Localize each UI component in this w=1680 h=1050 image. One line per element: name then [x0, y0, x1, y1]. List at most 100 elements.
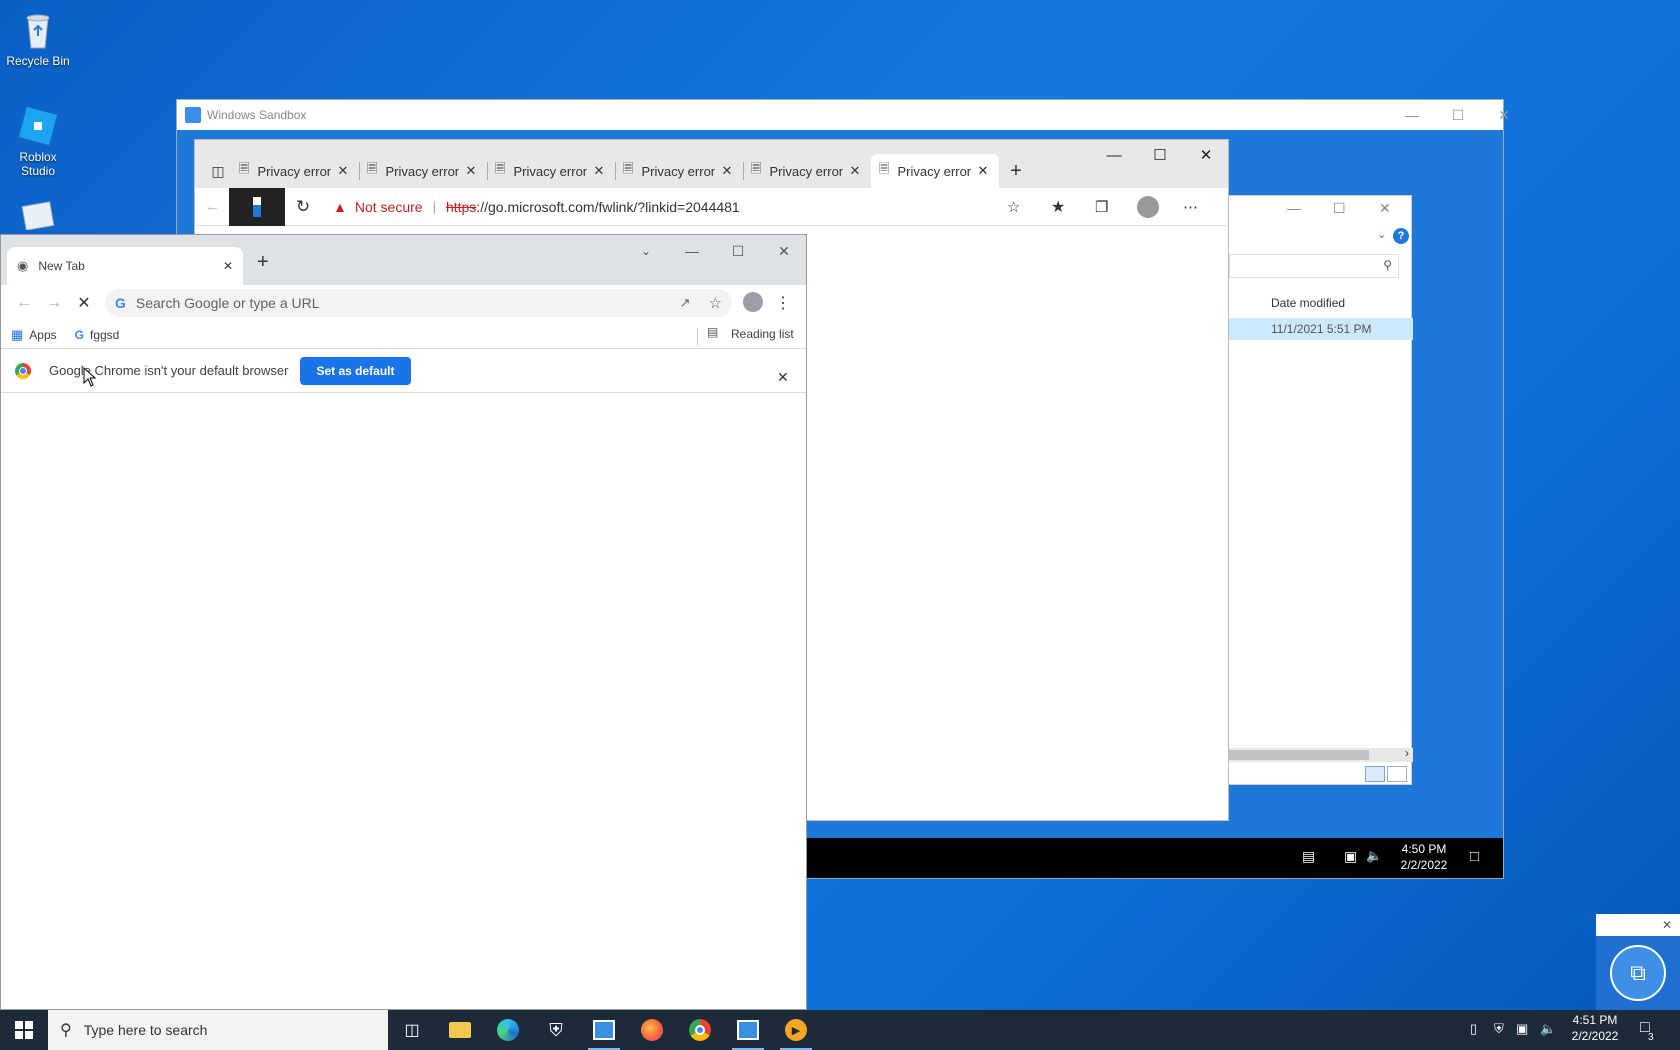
address-divider: | [432, 199, 436, 214]
tab-search-icon[interactable]: ⌄ [623, 235, 669, 267]
security-shield-icon[interactable]: ⛨ [532, 1010, 580, 1050]
start-button[interactable] [0, 1010, 48, 1050]
reading-list-icon: ▤ [707, 325, 719, 339]
taskbar: ⚲ Type here to search ◫ ⛨ ▶ ▯ ⛨ ▣ 🔈 4:51… [0, 1010, 1680, 1050]
help-icon[interactable]: ? [1393, 228, 1409, 244]
bookmark-apps[interactable]: Apps [29, 328, 56, 342]
action-center-icon[interactable]: □ [1470, 848, 1479, 865]
remote-connection-icon[interactable]: ⧉ [1610, 945, 1666, 1001]
security-tray-icon[interactable]: ⛨ [1494, 1021, 1504, 1037]
bookmarks-bar: ▦ Apps G fggsd ▤ Reading list [1, 321, 806, 349]
edge-tab-label: Privacy error [897, 163, 972, 179]
table-row[interactable]: 11/1/2021 5:51 PM [1229, 318, 1413, 340]
taskbar-clock[interactable]: 4:51 PM 2/2/2022 [1560, 1013, 1630, 1043]
collections-icon[interactable]: ❐ [1095, 198, 1108, 216]
edge-tab[interactable]: 🗏 Privacy error ✕ [487, 154, 616, 188]
close-tab-icon[interactable]: ✕ [223, 259, 233, 273]
close-button[interactable]: ✕ [1379, 200, 1399, 217]
menu-icon[interactable]: ⋮ [768, 293, 798, 313]
chrome-omnibox[interactable]: G Search Google or type a URL ↗ ☆ [105, 289, 732, 317]
minimize-button[interactable]: — [1389, 100, 1435, 130]
maximize-button[interactable]: ☐ [1137, 140, 1183, 170]
large-icons-view-icon[interactable] [1387, 766, 1407, 782]
close-tab-icon[interactable]: ✕ [847, 163, 863, 179]
scrollbar-thumb[interactable] [1229, 750, 1369, 760]
close-button[interactable]: ✕ [1481, 100, 1527, 130]
usb-icon[interactable]: ▯ [1470, 1021, 1477, 1037]
close-infobar-icon[interactable]: ✕ [777, 369, 789, 386]
network-icon[interactable]: ▣ [1344, 848, 1357, 865]
remote-desktop-widget[interactable]: ✕ ⧉ [1596, 914, 1680, 1010]
loading-icon: ◉ [17, 258, 29, 273]
edge-tab[interactable]: 🗏 Privacy error ✕ [231, 154, 360, 188]
edge-tab[interactable]: 🗏 Privacy error ✕ [359, 154, 488, 188]
favorites-icon[interactable]: ★ [1051, 197, 1065, 217]
windows-sandbox-icon[interactable] [724, 1010, 772, 1050]
edge-url[interactable]: https://go.microsoft.com/fwlink/?linkid=… [446, 199, 740, 215]
close-button[interactable]: ✕ [1183, 140, 1229, 170]
details-view-icon[interactable] [1365, 766, 1385, 782]
column-header-date[interactable]: Date modified [1271, 296, 1345, 310]
close-tab-icon[interactable]: ✕ [335, 163, 351, 179]
more-icon[interactable]: ⋯ [1183, 198, 1198, 216]
set-as-default-button[interactable]: Set as default [300, 356, 411, 385]
volume-icon[interactable]: 🔈 [1540, 1021, 1556, 1037]
maximize-button[interactable]: ☐ [1333, 200, 1353, 217]
close-button[interactable]: ✕ [761, 235, 807, 267]
add-favorite-icon[interactable]: ☆ [1007, 198, 1020, 216]
close-tab-icon[interactable]: ✕ [719, 163, 735, 179]
edge-icon[interactable] [484, 1010, 532, 1050]
volume-muted-icon[interactable]: 🔈 [1366, 848, 1382, 864]
minimize-button[interactable]: — [669, 235, 715, 267]
close-tab-icon[interactable]: ✕ [463, 163, 479, 179]
profile-icon[interactable] [738, 291, 768, 315]
tab-actions-icon[interactable]: ◫ [205, 154, 231, 188]
bookmark-star-icon[interactable]: ☆ [709, 294, 722, 312]
taskbar-clock-time: 4:51 PM [1572, 1013, 1618, 1027]
explorer-search-input[interactable]: ⚲ [1229, 254, 1399, 278]
minimize-button[interactable]: — [1287, 200, 1307, 216]
sandbox-title: Windows Sandbox [207, 108, 307, 122]
chevron-down-icon[interactable]: ⌄ [1377, 228, 1386, 241]
profile-avatar[interactable] [1137, 195, 1159, 218]
share-icon[interactable]: ↗ [680, 295, 691, 311]
stop-loading-icon[interactable]: ✕ [69, 293, 99, 313]
close-icon[interactable]: ✕ [1662, 918, 1672, 932]
desktop-icon-recycle-bin[interactable]: Recycle Bin [0, 8, 76, 68]
edge-tab[interactable]: 🗏 Privacy error ✕ [743, 154, 871, 188]
network-icon[interactable]: ▣ [1516, 1021, 1528, 1037]
chevron-right-icon[interactable]: › [1405, 746, 1409, 760]
reload-icon[interactable]: ↻ [285, 197, 321, 217]
back-icon[interactable]: ← [205, 198, 231, 215]
windows-sandbox-icon[interactable] [580, 1010, 628, 1050]
page-thumbnail [229, 187, 285, 226]
sandbox-icon [185, 107, 201, 123]
close-tab-icon[interactable]: ✕ [591, 163, 607, 179]
reading-list-button[interactable]: Reading list [731, 327, 794, 341]
search-placeholder: Type here to search [83, 1022, 208, 1038]
maximize-button[interactable]: ☐ [1435, 100, 1481, 130]
taskbar-search-input[interactable]: ⚲ Type here to search [48, 1010, 388, 1050]
not-secure-label[interactable]: Not secure [355, 199, 423, 215]
horizontal-scrollbar[interactable]: › [1229, 746, 1413, 762]
news-icon[interactable]: ▤ [1302, 848, 1315, 865]
recycle-bin-icon [16, 8, 60, 52]
new-tab-button[interactable]: + [999, 154, 1033, 188]
task-view-icon[interactable]: ◫ [388, 1010, 436, 1050]
chrome-icon[interactable] [676, 1010, 724, 1050]
sandbox-clock[interactable]: 4:50 PM 2/2/2022 [1394, 842, 1454, 872]
firefox-icon[interactable] [628, 1010, 676, 1050]
media-player-icon[interactable]: ▶ [772, 1010, 820, 1050]
chrome-tab-new-tab[interactable]: ◉ New Tab ✕ [7, 247, 243, 285]
maximize-button[interactable]: ☐ [715, 235, 761, 267]
forward-icon[interactable]: → [39, 294, 69, 312]
file-explorer-icon[interactable] [436, 1010, 484, 1050]
edge-tab[interactable]: 🗏 Privacy error ✕ [615, 154, 744, 188]
back-icon[interactable]: ← [9, 294, 39, 312]
minimize-button[interactable]: — [1091, 140, 1137, 170]
new-tab-button[interactable]: + [257, 251, 269, 274]
close-tab-icon[interactable]: ✕ [975, 163, 991, 179]
edge-tab-active[interactable]: 🗏 Privacy error ✕ [871, 154, 999, 188]
bookmark-fggsd[interactable]: fggsd [90, 328, 119, 342]
desktop-icon-roblox-studio[interactable]: Roblox Studio [0, 104, 76, 178]
